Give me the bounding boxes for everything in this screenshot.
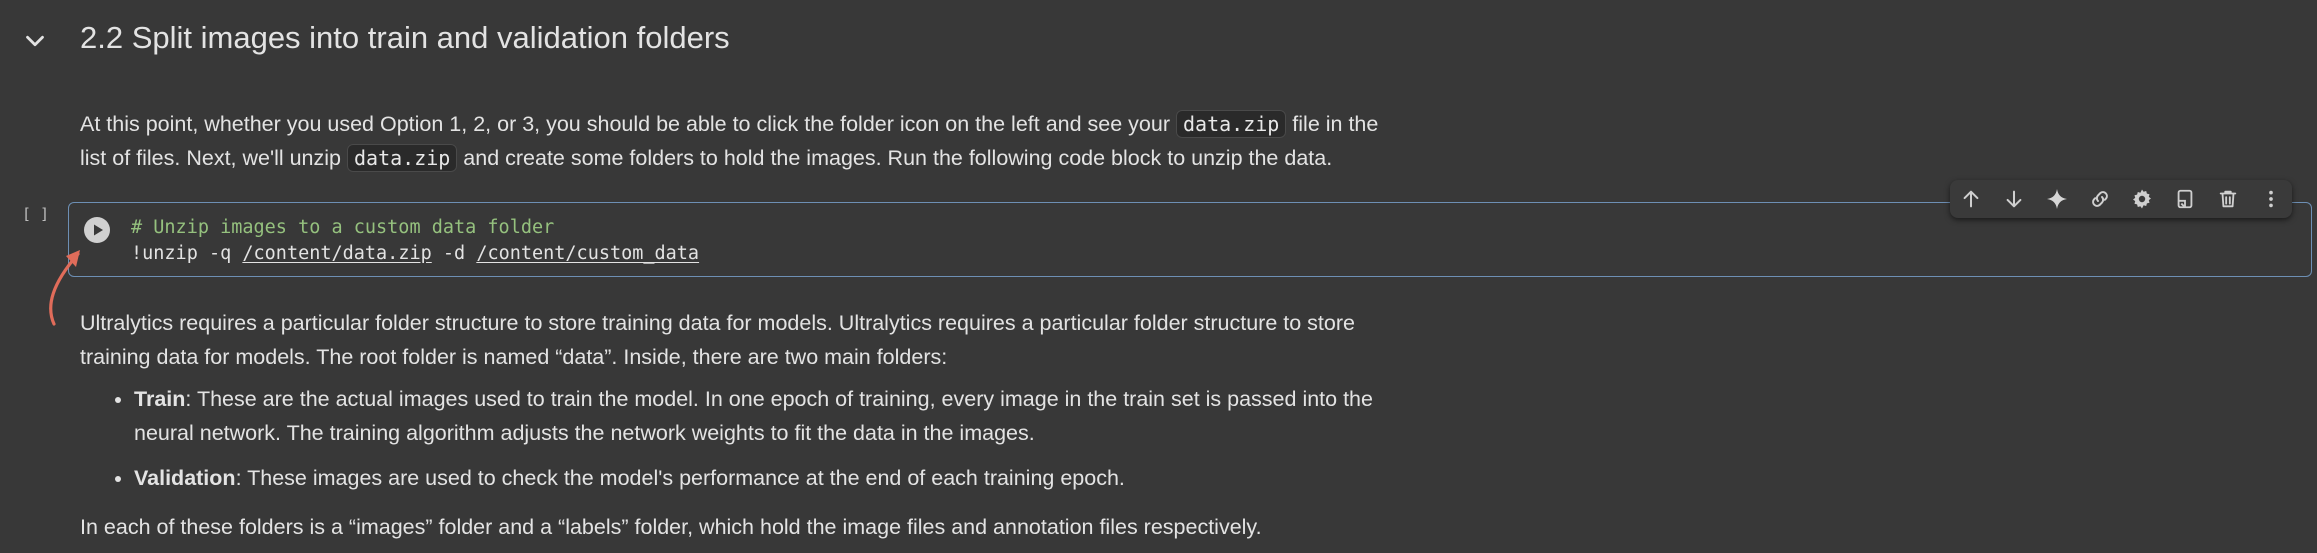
gemini-button[interactable] xyxy=(2042,184,2072,214)
intro-text: file in the xyxy=(1286,112,1379,136)
list-item-term: Train xyxy=(134,387,186,411)
more-vert-icon xyxy=(2268,190,2273,208)
mirror-cell-icon xyxy=(2177,189,2193,209)
section-title: 2.2 Split images into train and validati… xyxy=(80,20,730,55)
body-para-1-line-2: training data for models. The root folde… xyxy=(80,345,948,369)
arrow-up-icon xyxy=(1963,190,1979,208)
inline-code: data.zip xyxy=(346,144,458,172)
intro-line-1: At this point, whether you used Option 1… xyxy=(80,107,1378,141)
section-header: 2.2 Split images into train and validati… xyxy=(0,0,2317,80)
arrow-down-icon xyxy=(2006,190,2022,208)
code-token: !unzip -q xyxy=(131,243,243,264)
gear-icon xyxy=(2133,189,2152,209)
settings-button[interactable] xyxy=(2127,184,2157,214)
list-item-text: neural network. The training algorithm a… xyxy=(134,421,1035,445)
more-options-button[interactable] xyxy=(2256,184,2286,214)
list-item-term: Validation xyxy=(134,466,236,490)
delete-cell-button[interactable] xyxy=(2213,184,2243,214)
list-item: Train: These are the actual images used … xyxy=(134,382,1373,450)
mirror-cell-button[interactable] xyxy=(2170,184,2200,214)
link-icon xyxy=(2091,191,2108,207)
list-item-text: : These are the actual images used to tr… xyxy=(185,387,1373,411)
intro-text: and create some folders to hold the imag… xyxy=(457,146,1333,170)
execution-count: [ ] xyxy=(22,205,50,223)
sparkle-icon xyxy=(2046,189,2067,209)
list-item-text: : These images are used to check the mod… xyxy=(235,466,1125,490)
move-up-button[interactable] xyxy=(1956,184,1986,214)
code-token: -d xyxy=(431,243,477,264)
output-path-link[interactable]: /content/custom_data xyxy=(476,243,699,264)
folder-list: Train: These are the actual images used … xyxy=(80,382,1373,506)
code-command[interactable]: !unzip -q /content/data.zip -d /content/… xyxy=(131,243,699,264)
inline-code: data.zip xyxy=(1175,110,1287,138)
trash-icon xyxy=(2219,190,2237,208)
move-down-button[interactable] xyxy=(1999,184,2029,214)
intro-text: At this point, whether you used Option 1… xyxy=(80,112,1176,136)
cell-toolbar xyxy=(1950,180,2292,218)
list-item: Validation: These images are used to che… xyxy=(134,461,1373,495)
code-comment[interactable]: # Unzip images to a custom data folder xyxy=(131,217,554,238)
chevron-down-icon[interactable] xyxy=(20,26,50,56)
intro-text: list of files. Next, we'll unzip xyxy=(80,146,347,170)
closing-paragraph: In each of these folders is a “images” f… xyxy=(80,515,1262,539)
intro-line-2: list of files. Next, we'll unzip data.zi… xyxy=(80,141,1332,175)
link-button[interactable] xyxy=(2085,184,2115,214)
zip-path-link[interactable]: /content/data.zip xyxy=(242,243,431,264)
body-para-1-line-1: Ultralytics requires a particular folder… xyxy=(80,311,1355,335)
